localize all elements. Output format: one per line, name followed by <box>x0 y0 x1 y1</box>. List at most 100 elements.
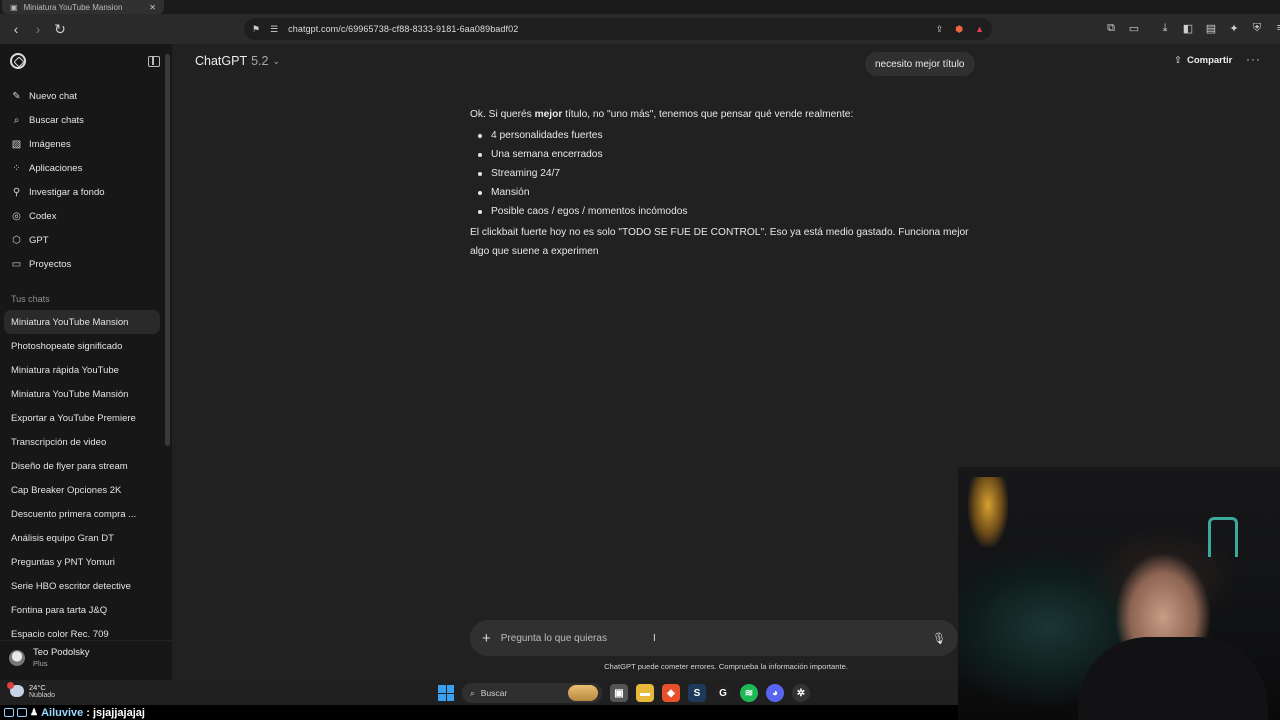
reload-icon[interactable]: ↻ <box>50 19 70 39</box>
browser-toolbar: ‹ › ↻ ⚑ ☰ chatgpt.com/c/69965738-cf88-83… <box>0 14 1280 44</box>
bookmark-icon[interactable]: ⚑ <box>252 24 260 35</box>
search-highlight-icon <box>568 685 598 701</box>
chat-history-item[interactable]: Transcripción de video <box>0 430 172 454</box>
tab-close-icon[interactable]: ✕ <box>149 3 156 12</box>
address-bar[interactable]: ⚑ ☰ chatgpt.com/c/69965738-cf88-8333-918… <box>244 18 992 40</box>
sidebar-nav-item[interactable]: ◎ Codex <box>0 204 172 228</box>
chat-history-item[interactable]: Miniatura YouTube Mansion <box>4 310 160 334</box>
spotify-icon[interactable]: ≋ <box>740 684 758 702</box>
stream-chat-overlay: ♟ Ailuvive : jsjajjajajaj <box>0 705 960 720</box>
sidebar-nav-item[interactable]: ✎ Nuevo chat <box>0 84 172 108</box>
sidebar-nav-label: Nuevo chat <box>29 90 78 102</box>
vpn-icon[interactable]: ⛨ <box>1250 21 1264 35</box>
answer-bullet: 4 personalidades fuertes <box>470 126 982 145</box>
answer-paragraph: El clickbait fuerte hoy no es solo "TODO… <box>470 227 969 257</box>
sidebar-toggle-icon[interactable]: ◧ <box>1181 21 1195 35</box>
research-icon: ⚲ <box>12 186 21 198</box>
prompt-input[interactable]: Pregunta lo que quieras <box>501 633 607 644</box>
chat-history-item[interactable]: Photoshopeate significado <box>0 334 172 358</box>
g-hub-icon[interactable]: G <box>714 684 732 702</box>
chat-history-item[interactable]: Análisis equipo Gran DT <box>0 526 172 550</box>
plus-icon[interactable]: + <box>482 630 491 647</box>
brave-browser-icon[interactable]: ◆ <box>662 684 680 702</box>
site-info-icon[interactable]: ☰ <box>270 24 278 35</box>
user-message: necesito mejor título <box>865 52 975 76</box>
screenshot-icon[interactable]: ▭ <box>1127 21 1141 35</box>
share-label: Compartir <box>1186 55 1233 66</box>
answer-bullet: Mansión <box>470 183 982 202</box>
discord-icon[interactable]: ◕ <box>766 684 784 702</box>
brave-shield-icon[interactable]: ⬢ <box>955 24 963 35</box>
sidebar-nav-item[interactable]: ⚲ Investigar a fondo <box>0 180 172 204</box>
search-icon: ⌕ <box>470 687 475 698</box>
sidebar-nav-label: Imágenes <box>29 138 71 150</box>
image-icon: ▨ <box>11 138 22 150</box>
chat-history-item[interactable]: Serie HBO escritor detective <box>0 574 172 598</box>
answer-bullet-list: 4 personalidades fuertes Una semana encer… <box>470 126 982 221</box>
brave-rewards-icon[interactable]: ▲ <box>975 24 984 34</box>
model-name: ChatGPT <box>195 54 248 68</box>
share-button[interactable]: ⇧ Compartir <box>1174 55 1232 66</box>
chat-history-item[interactable]: Miniatura rápida YouTube <box>0 358 172 382</box>
steam-icon[interactable]: S <box>688 684 706 702</box>
chat-history-item[interactable]: Exportar a YouTube Premiere <box>0 406 172 430</box>
chat-history-item[interactable]: Miniatura YouTube Mansión <box>0 382 172 406</box>
chevron-down-icon: ⌄ <box>272 55 281 66</box>
menu-icon[interactable]: ≡ <box>1273 21 1280 35</box>
search-icon: ⌕ <box>13 114 20 126</box>
prompt-composer[interactable]: + Pregunta lo que quieras I 🎙 <box>470 620 958 656</box>
file-explorer-icon[interactable]: ▬ <box>636 684 654 702</box>
sidebar-nav-item[interactable]: ⌕ Buscar chats <box>0 108 172 132</box>
weather-widget[interactable]: 24°C Nublado <box>7 682 55 699</box>
toolbar-actions: ⧉ ▭ ⤓ ◧ ▤ ✦ ⛨ ≡ <box>1104 21 1280 35</box>
sidebar-nav-item[interactable]: ▨ Imágenes <box>0 132 172 156</box>
taskbar-search-label: Buscar <box>480 688 508 698</box>
task-view-icon[interactable]: ▣ <box>610 684 628 702</box>
sidebar-nav-item[interactable]: ▭ Proyectos <box>0 252 172 276</box>
more-options-icon[interactable]: ··· <box>1246 52 1261 66</box>
sidebar-nav-item[interactable]: ⬡ GPT <box>0 228 172 252</box>
taskbar-search[interactable]: ⌕ Buscar <box>462 683 602 703</box>
chat-history-item[interactable]: Preguntas y PNT Yomuri <box>0 550 172 574</box>
microphone-icon[interactable]: 🎙 <box>932 632 946 645</box>
share-page-icon[interactable]: ⇪ <box>936 24 944 35</box>
chat-history-item[interactable]: Descuento primera compra ... <box>0 502 172 526</box>
taskbar-apps: ⌕ Buscar ▣ ▬ ◆ S G ≋ ◕ ✲ <box>438 683 810 703</box>
model-version: 5.2 <box>251 54 269 68</box>
url-text[interactable]: chatgpt.com/c/69965738-cf88-8333-9181-6a… <box>288 24 518 34</box>
chat-message: jsjajjajajaj <box>92 706 145 719</box>
answer-bullet: Streaming 24/7 <box>470 164 982 183</box>
download-icon[interactable]: ⤓ <box>1158 21 1172 35</box>
browser-tabstrip: ▣ Miniatura YouTube Mansion ✕ <box>0 0 1280 14</box>
answer-bullet: Posible caos / egos / momentos incómodos <box>470 202 982 221</box>
webcam-person <box>1078 637 1268 720</box>
webcam-overlay <box>958 467 1280 720</box>
user-profile[interactable]: Teo Podolsky Plus <box>0 640 172 674</box>
chat-history-item[interactable]: Cap Breaker Opciones 2K <box>0 478 172 502</box>
sidebar: ✎ Nuevo chat ⌕ Buscar chats ▨ Imágenes ⁘ Aplica… <box>0 44 172 680</box>
windows-start-icon[interactable] <box>438 685 454 701</box>
chat-history-item[interactable]: Diseño de flyer para stream <box>0 454 172 478</box>
sidebar-nav: ✎ Nuevo chat ⌕ Buscar chats ▨ Imágenes ⁘ Aplica… <box>0 84 172 276</box>
webcam-chair <box>1208 517 1238 557</box>
folder-icon: ▭ <box>11 258 22 270</box>
tab-title: Miniatura YouTube Mansion <box>23 2 123 12</box>
back-icon[interactable]: ‹ <box>6 19 26 39</box>
wallet-icon[interactable]: ▤ <box>1204 21 1218 35</box>
browser-tab[interactable]: ▣ Miniatura YouTube Mansion ✕ <box>2 0 164 14</box>
user-plan: Plus <box>33 659 48 668</box>
openai-logo-icon[interactable] <box>10 53 26 69</box>
close-sidebar-icon[interactable] <box>148 55 160 67</box>
sidebar-scrollbar[interactable] <box>165 54 170 446</box>
sidebar-nav-item[interactable]: ⁘ Aplicaciones <box>0 156 172 180</box>
chatgpt-app-icon[interactable]: ✲ <box>792 684 810 702</box>
chat-history-item[interactable]: Fontina para tarta J&Q <box>0 598 172 622</box>
chat-separator: : <box>86 706 90 719</box>
extensions-icon[interactable]: ⧉ <box>1104 21 1118 35</box>
leo-ai-icon[interactable]: ✦ <box>1227 21 1241 35</box>
chats-section-label: Tus chats <box>11 294 50 304</box>
sidebar-nav-label: Buscar chats <box>29 114 84 126</box>
avatar <box>9 649 25 666</box>
model-selector[interactable]: ChatGPT 5.2 ⌄ <box>195 54 280 68</box>
forward-icon[interactable]: › <box>28 19 48 39</box>
